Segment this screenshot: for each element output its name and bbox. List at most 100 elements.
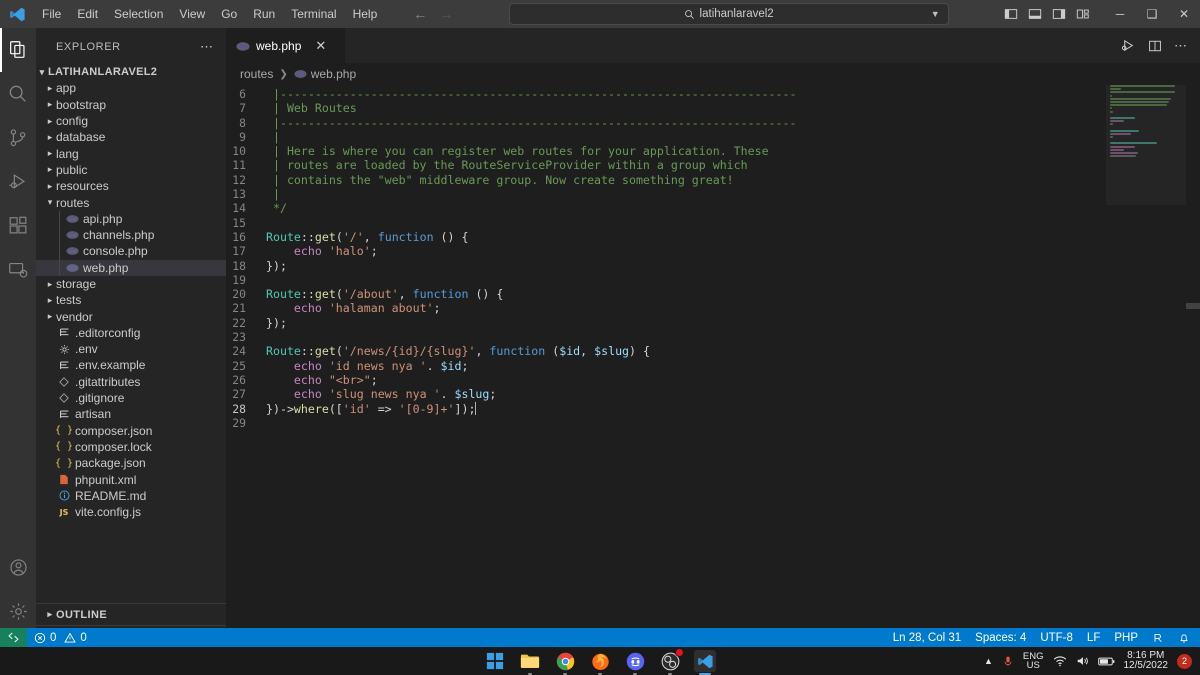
eol-status[interactable]: LF: [1080, 628, 1107, 647]
close-icon[interactable]: ✕: [315, 41, 326, 51]
tree-file-vite-config-js[interactable]: JSvite.config.js: [36, 504, 226, 520]
vertical-scrollbar[interactable]: [1186, 85, 1200, 647]
tree-file-channels-php[interactable]: phpchannels.php: [36, 227, 226, 243]
menu-terminal[interactable]: Terminal: [283, 3, 344, 25]
toggle-secondary-sidebar-icon[interactable]: [1052, 7, 1066, 21]
tree-file-api-php[interactable]: phpapi.php: [36, 211, 226, 227]
tree-folder-vendor[interactable]: ▸vendor: [36, 308, 226, 324]
menu-go[interactable]: Go: [213, 3, 245, 25]
tree-file-package-json[interactable]: { }package.json: [36, 455, 226, 471]
tab-web-php[interactable]: php web.php ✕: [226, 28, 346, 63]
taskbar-firefox[interactable]: [589, 650, 611, 672]
tree-folder-database[interactable]: ▸database: [36, 129, 226, 145]
tree-file--gitignore[interactable]: .gitignore: [36, 390, 226, 406]
outline-panel-label: OUTLINE: [56, 609, 107, 621]
tree-folder-routes[interactable]: ▾routes: [36, 194, 226, 210]
menu-selection[interactable]: Selection: [106, 3, 171, 25]
manage-settings-button[interactable]: [0, 589, 36, 633]
prettier-status[interactable]: [1145, 628, 1171, 647]
indentation-status[interactable]: Spaces: 4: [968, 628, 1033, 647]
tree-item-label: README.md: [75, 489, 146, 503]
account-icon: [8, 557, 29, 578]
tree-file--env[interactable]: .env: [36, 341, 226, 357]
sidebar-item-search[interactable]: [0, 72, 36, 116]
run-debug-icon: [7, 171, 29, 193]
taskbar-visual-studio-code[interactable]: [694, 650, 716, 672]
tree-folder-bootstrap[interactable]: ▸bootstrap: [36, 97, 226, 113]
outline-panel-header[interactable]: ▸ OUTLINE: [36, 603, 226, 625]
tree-folder-config[interactable]: ▸config: [36, 113, 226, 129]
tree-file--gitattributes[interactable]: .gitattributes: [36, 374, 226, 390]
remote-window-icon: [7, 631, 20, 644]
tree-folder-app[interactable]: ▸app: [36, 80, 226, 96]
menu-edit[interactable]: Edit: [69, 3, 106, 25]
arrow-right-icon[interactable]: →: [439, 6, 453, 22]
language-mode-status[interactable]: PHP: [1107, 628, 1145, 647]
notifications-status[interactable]: [1171, 628, 1200, 647]
menu-view[interactable]: View: [171, 3, 213, 25]
cursor-position-status[interactable]: Ln 28, Col 31: [886, 628, 968, 647]
maximize-button[interactable]: ❑: [1136, 0, 1168, 28]
scrollbar-thumb[interactable]: [1186, 303, 1200, 309]
split-editor-icon[interactable]: [1148, 39, 1162, 53]
breadcrumb-item-routes[interactable]: routes: [240, 67, 273, 81]
menu-help[interactable]: Help: [345, 3, 386, 25]
problems-status[interactable]: 0 0: [27, 628, 94, 647]
taskbar-file-explorer[interactable]: [519, 650, 541, 672]
remote-explorer-icon: [7, 259, 29, 281]
close-button[interactable]: ✕: [1168, 0, 1200, 28]
tree-file-artisan[interactable]: artisan: [36, 406, 226, 422]
minimize-button[interactable]: ─: [1104, 0, 1136, 28]
remote-window-button[interactable]: [0, 628, 27, 647]
taskbar-google-chrome[interactable]: [554, 650, 576, 672]
tree-folder-lang[interactable]: ▸lang: [36, 145, 226, 161]
warning-count: 0: [80, 632, 86, 644]
code-editor[interactable]: 6 |-------------------------------------…: [226, 85, 1200, 647]
taskbar-obs-studio[interactable]: [659, 650, 681, 672]
sidebar-item-extensions[interactable]: [0, 204, 36, 248]
menu-file[interactable]: File: [34, 3, 69, 25]
tree-root-latihanlaravel2[interactable]: ▾ LATIHANLARAVEL2: [36, 64, 226, 80]
customize-layout-icon[interactable]: [1076, 7, 1090, 21]
tree-folder-resources[interactable]: ▸resources: [36, 178, 226, 194]
tree-file-phpunit-xml[interactable]: phpunit.xml: [36, 471, 226, 487]
minimap[interactable]: [1106, 85, 1186, 647]
code-line: 23: [226, 330, 1200, 344]
tree-file--env-example[interactable]: .env.example: [36, 357, 226, 373]
sidebar-item-run-and-debug[interactable]: [0, 160, 36, 204]
breadcrumb-item-web-php[interactable]: web.php: [311, 67, 356, 81]
tree-item-label: phpunit.xml: [75, 473, 136, 487]
minimap-slider[interactable]: [1106, 85, 1186, 205]
sidebar-item-source-control[interactable]: [0, 116, 36, 160]
run-or-debug-icon[interactable]: [1121, 38, 1136, 53]
tree-file--editorconfig[interactable]: .editorconfig: [36, 325, 226, 341]
accounts-button[interactable]: [0, 545, 36, 589]
sidebar-item-remote-explorer[interactable]: [0, 248, 36, 292]
menu-run[interactable]: Run: [245, 3, 283, 25]
quick-input-search[interactable]: latihanlaravel2 ▼: [509, 3, 949, 25]
tree-file-readme-md[interactable]: README.md: [36, 488, 226, 504]
svg-text:php: php: [239, 44, 248, 49]
tree-file-web-php[interactable]: phpweb.php: [36, 260, 226, 276]
tree-item-label: vendor: [56, 310, 93, 324]
toggle-panel-icon[interactable]: [1028, 7, 1042, 21]
tree-folder-tests[interactable]: ▸tests: [36, 292, 226, 308]
encoding-status[interactable]: UTF-8: [1033, 628, 1080, 647]
toggle-primary-sidebar-icon[interactable]: [1004, 7, 1018, 21]
sidebar-item-explorer[interactable]: [0, 28, 36, 72]
source-control-icon: [7, 127, 29, 149]
tree-folder-public[interactable]: ▸public: [36, 162, 226, 178]
start-button[interactable]: [484, 650, 506, 672]
tree-folder-storage[interactable]: ▸storage: [36, 276, 226, 292]
taskbar-discord[interactable]: [624, 650, 646, 672]
chevron-down-icon[interactable]: ▼: [931, 9, 940, 19]
more-actions-icon[interactable]: ⋯: [1174, 42, 1188, 50]
tree-file-console-php[interactable]: phpconsole.php: [36, 243, 226, 259]
line-number: 25: [226, 359, 266, 373]
tree-file-composer-json[interactable]: { }composer.json: [36, 423, 226, 439]
line-number: 12: [226, 173, 266, 187]
arrow-left-icon[interactable]: ←: [413, 6, 427, 22]
ellipsis-icon[interactable]: ⋯: [200, 43, 214, 51]
tree-file-composer-lock[interactable]: { }composer.lock: [36, 439, 226, 455]
line-number: 24: [226, 344, 266, 358]
